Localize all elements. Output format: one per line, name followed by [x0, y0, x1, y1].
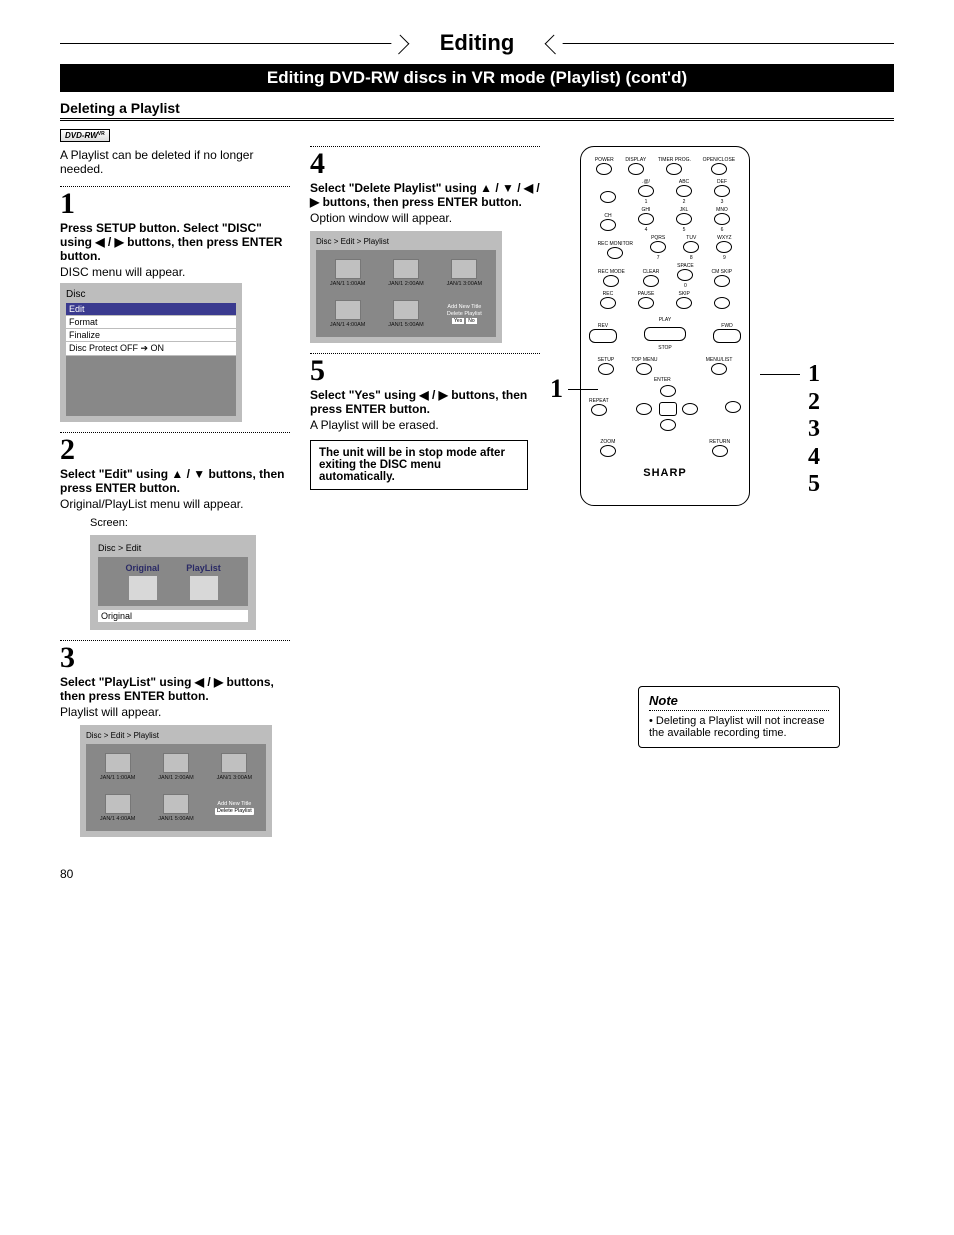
- step-5-number: 5: [310, 356, 540, 386]
- step-2-body: Original/PlayList menu will appear.: [60, 497, 290, 511]
- step-4-body: Option window will appear.: [310, 211, 540, 225]
- disc-menu-item: Disc Protect OFF ➔ ON: [66, 342, 236, 355]
- step-3-title: Select "PlayList" using ◀ / ▶ buttons, t…: [60, 675, 290, 703]
- page-number: 80: [60, 867, 894, 881]
- remote-callout-left: 1: [550, 374, 563, 404]
- page-title-bar: Editing: [60, 30, 894, 56]
- step-4-number: 4: [310, 149, 540, 179]
- disc-menu-item: Edit: [66, 303, 236, 315]
- info-box: The unit will be in stop mode after exit…: [310, 440, 528, 490]
- step-1-number: 1: [60, 189, 290, 219]
- section-heading: Deleting a Playlist: [60, 100, 894, 121]
- playlist-screenshot-1: Disc > Edit > Playlist JAN/1 1:00AM JAN/…: [80, 725, 272, 837]
- note-heading: Note: [649, 693, 829, 708]
- playlist-screenshot-2: Disc > Edit > Playlist JAN/1 1:00AM JAN/…: [310, 231, 502, 343]
- step-3-body: Playlist will appear.: [60, 705, 290, 719]
- step-1-title: Press SETUP button. Select "DISC" using …: [60, 221, 290, 263]
- remote-brand: SHARP: [589, 467, 741, 479]
- page-subtitle: Editing DVD-RW discs in VR mode (Playlis…: [60, 64, 894, 92]
- step-1-body: DISC menu will appear.: [60, 265, 290, 279]
- column-3: 1 1 2 3 4 5 POWER DISPLAY TIMER PROG. OP…: [560, 146, 840, 748]
- step-3-number: 3: [60, 643, 290, 673]
- disc-menu-item: Format: [66, 316, 236, 328]
- step-4-title: Select "Delete Playlist" using ▲ / ▼ / ◀…: [310, 181, 540, 209]
- intro-text: A Playlist can be deleted if no longer n…: [60, 148, 290, 176]
- note-body: • Deleting a Playlist will not increase …: [649, 715, 829, 739]
- disc-menu-screenshot: Disc Edit Format Finalize Disc Protect O…: [60, 283, 242, 422]
- step-5-title: Select "Yes" using ◀ / ▶ buttons, then p…: [310, 388, 540, 416]
- step-2-title: Select "Edit" using ▲ / ▼ buttons, then …: [60, 467, 290, 495]
- step-2-number: 2: [60, 435, 290, 465]
- edit-menu-screenshot: Disc > Edit Original PlayList Original: [90, 535, 256, 630]
- step-5-body: A Playlist will be erased.: [310, 418, 540, 432]
- column-1: A Playlist can be deleted if no longer n…: [60, 146, 290, 837]
- column-2: 4 Select "Delete Playlist" using ▲ / ▼ /…: [310, 146, 540, 490]
- dvd-rw-badge: DVD-RWVR: [60, 129, 110, 142]
- remote-control-diagram: POWER DISPLAY TIMER PROG. OPEN/CLOSE .@/…: [580, 146, 750, 506]
- screen-label: Screen:: [90, 517, 290, 529]
- page-title: Editing: [440, 30, 515, 56]
- remote-callout-right: 1 2 3 4 5: [808, 361, 820, 499]
- note-box: Note • Deleting a Playlist will not incr…: [638, 686, 840, 748]
- disc-menu-item: Finalize: [66, 329, 236, 341]
